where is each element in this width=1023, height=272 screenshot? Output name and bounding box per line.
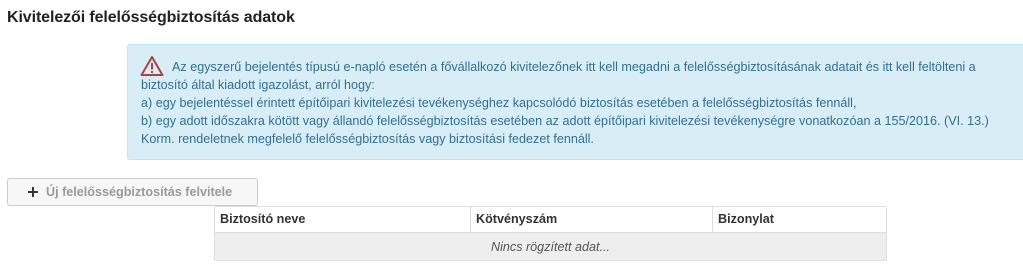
column-header-insurer-name[interactable]: Biztosító neve: [215, 207, 471, 232]
alert-line: biztosító által kiadott igazolást, arról…: [141, 78, 375, 92]
alert-line: Korm. rendeletnek megfelelő felelősségbi…: [141, 132, 594, 146]
insurance-table: Biztosító neve Kötvényszám Bizonylat Nin…: [214, 206, 887, 261]
alert-line: b) egy adott időszakra kötött vagy állan…: [141, 114, 989, 128]
alert-text: Az egyszerű bejelentés típusú e-napló es…: [141, 58, 1021, 148]
section-title: Kivitelezői felelősségbiztosítás adatok: [7, 9, 295, 26]
alert-line: a) egy bejelentéssel érintett építőipari…: [141, 96, 857, 110]
table-header: Biztosító neve Kötvényszám Bizonylat: [215, 207, 886, 233]
plus-icon: [28, 185, 40, 199]
column-header-policy-number[interactable]: Kötvényszám: [471, 207, 713, 232]
column-header-document[interactable]: Bizonylat: [713, 207, 886, 232]
info-alert: Az egyszerű bejelentés típusú e-napló es…: [127, 44, 1023, 160]
add-insurance-label: Új felelősségbiztosítás felvitele: [46, 185, 233, 199]
empty-table-message: Nincs rögzített adat...: [215, 233, 886, 260]
alert-line: Az egyszerű bejelentés típusú e-napló es…: [172, 60, 976, 74]
add-insurance-button[interactable]: Új felelősségbiztosítás felvitele: [7, 178, 258, 206]
